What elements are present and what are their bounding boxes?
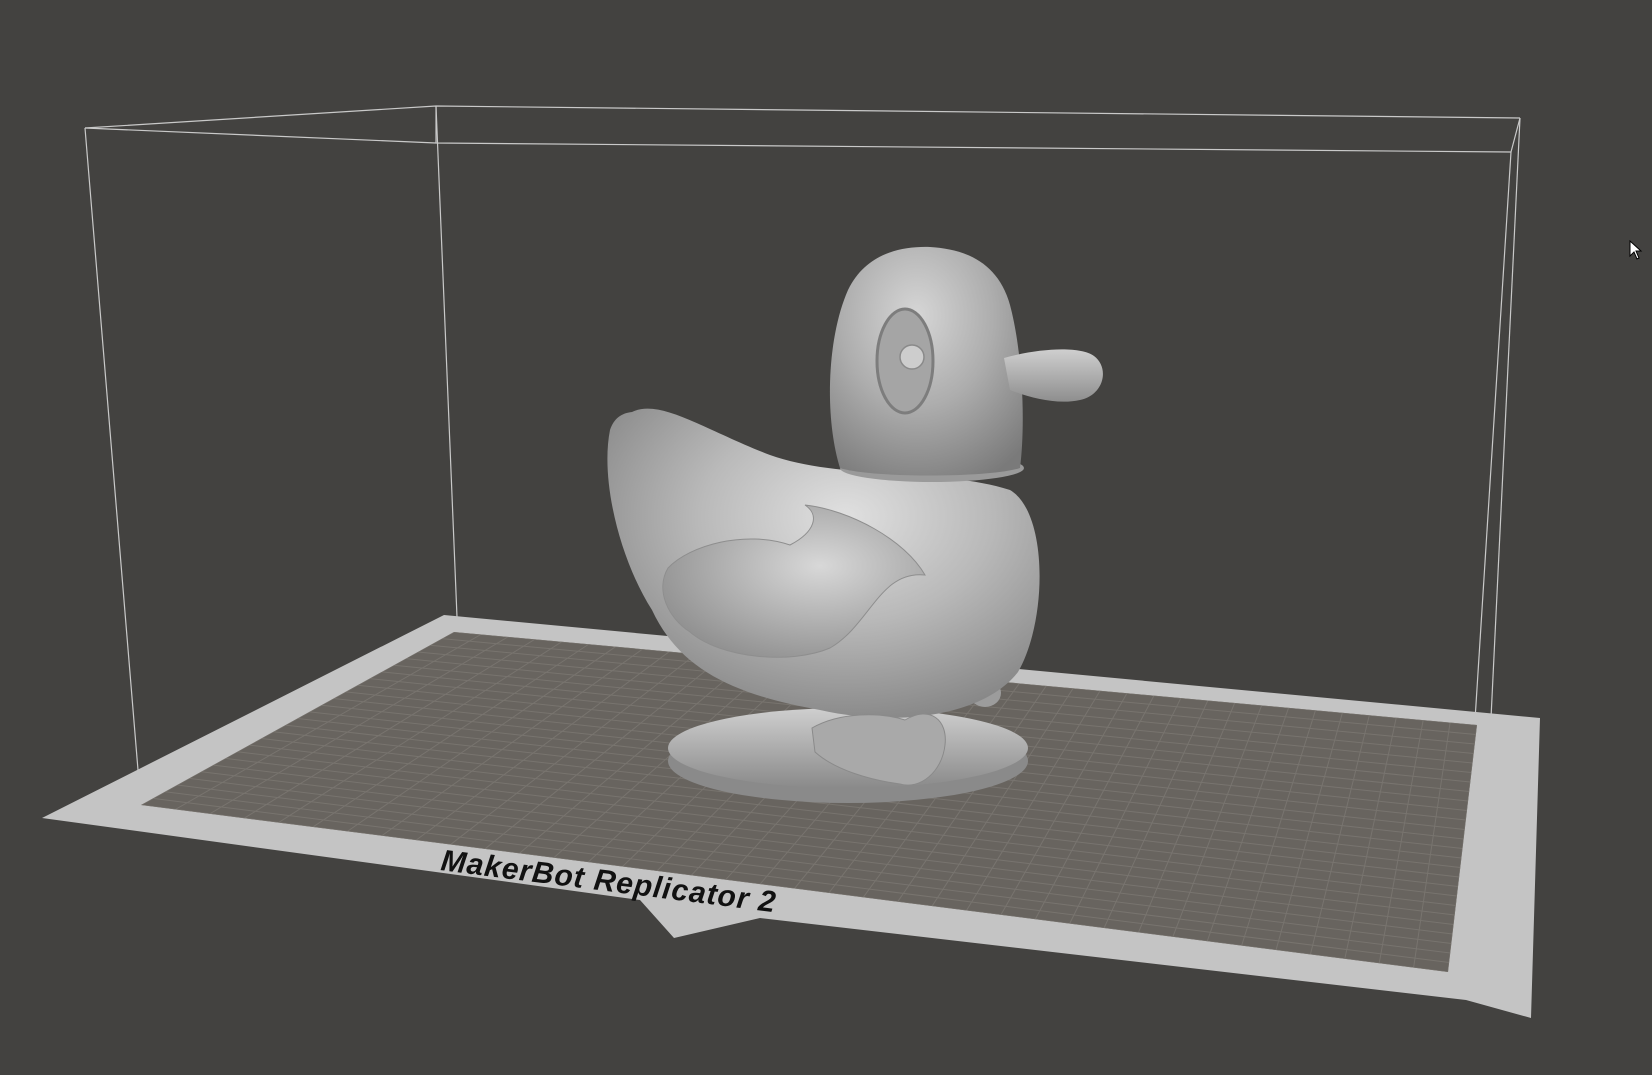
eye-ball (899, 344, 925, 370)
arrow-cursor-icon (1629, 239, 1643, 260)
scene-canvas[interactable]: MakerBot Replicator 2 (0, 0, 1652, 1075)
3d-viewport[interactable]: MakerBot Replicator 2 (0, 0, 1652, 1075)
